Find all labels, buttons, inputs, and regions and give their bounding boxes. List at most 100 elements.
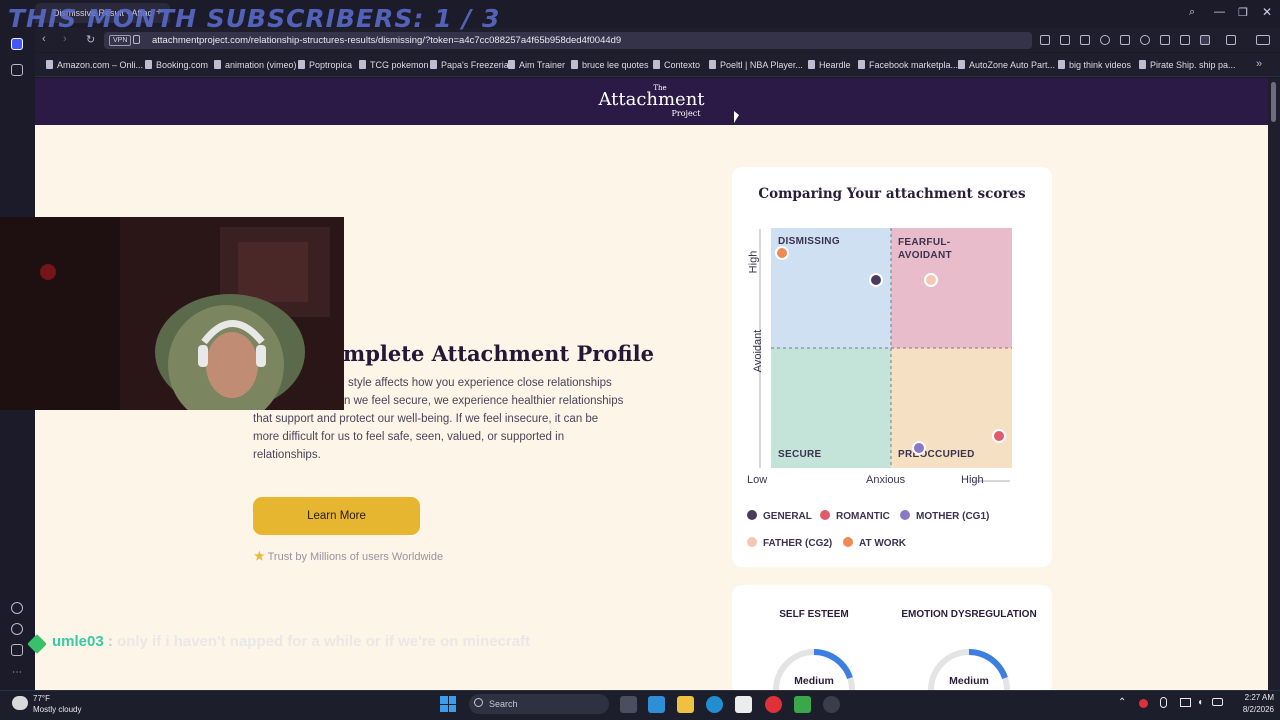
profile-text-line: that support and protect our well-being.… xyxy=(253,413,599,425)
quadrant-label: FEARFUL-AVOIDANT xyxy=(898,237,952,261)
lock-icon[interactable] xyxy=(133,35,140,44)
obs-icon[interactable] xyxy=(823,696,840,713)
webcam-overlay xyxy=(0,217,344,410)
legend-at-work: AT WORK xyxy=(843,537,906,549)
battery-icon[interactable] xyxy=(1212,698,1223,706)
webcam-image xyxy=(0,217,344,410)
chat-username: umle03 xyxy=(52,633,104,650)
file-explorer-icon[interactable] xyxy=(677,696,694,713)
bookmark-item[interactable]: Pirate Ship. ship pa... xyxy=(1139,60,1236,70)
history-icon[interactable] xyxy=(11,623,23,635)
bookmark-item[interactable]: Poptropica xyxy=(298,60,352,70)
site-logo[interactable]: Attachment xyxy=(0,89,1280,110)
tray-app-icon[interactable] xyxy=(1139,699,1148,708)
edge-icon[interactable] xyxy=(706,696,723,713)
bookmark-item[interactable]: big think videos xyxy=(1058,60,1131,70)
maximize-icon[interactable]: ❐ xyxy=(1238,6,1248,19)
bookmark-item[interactable]: AutoZone Auto Part... xyxy=(958,60,1055,70)
tray-chevron-icon[interactable]: ⌃ xyxy=(1118,697,1126,708)
taskbar-search[interactable]: Search xyxy=(469,694,609,714)
forward-icon[interactable]: › xyxy=(63,33,67,45)
legend-father: FATHER (CG2) xyxy=(747,537,832,549)
bookmarks-overflow-icon[interactable]: » xyxy=(1256,58,1262,70)
play-icon[interactable] xyxy=(1120,35,1130,45)
star-icon[interactable] xyxy=(11,64,23,76)
ai-icon[interactable] xyxy=(1256,35,1270,45)
bookmark-item[interactable]: Amazon.com – Onli... xyxy=(46,60,143,70)
heart-outline-icon[interactable] xyxy=(1140,35,1150,45)
bookmark-item[interactable]: Papa's Freezeria xyxy=(430,60,509,70)
close-icon[interactable]: ✕ xyxy=(1262,5,1272,19)
more-icon[interactable]: ⋯ xyxy=(12,667,22,678)
scrollbar-thumb[interactable] xyxy=(1271,82,1276,122)
y-axis-label: Avoidant xyxy=(752,329,764,373)
download-icon[interactable] xyxy=(1160,35,1170,45)
extensions-icon[interactable] xyxy=(11,644,23,656)
x-tick-low: Low xyxy=(747,474,768,486)
chart-point-general xyxy=(869,272,884,287)
opera-icon[interactable] xyxy=(765,696,782,713)
camera-icon[interactable] xyxy=(1080,35,1090,45)
store-icon[interactable] xyxy=(735,696,752,713)
volume-icon[interactable]: ◖ xyxy=(1197,697,1203,708)
profile-text-line: relationships. xyxy=(253,449,321,461)
chat-separator: : xyxy=(107,633,113,650)
chart-title: Comparing Your attachment scores xyxy=(758,186,1026,202)
clock-time[interactable]: 2:27 AM xyxy=(1228,693,1274,702)
bookmark-item[interactable]: Facebook marketpla... xyxy=(858,60,958,70)
mic-icon[interactable] xyxy=(1160,697,1167,708)
legend-mother: MOTHER (CG1) xyxy=(900,510,989,522)
quadrant-label: DISMISSING xyxy=(778,236,840,247)
wallet-icon[interactable] xyxy=(1200,35,1210,45)
bookmark-item[interactable]: Aim Trainer xyxy=(508,60,565,70)
menu-icon[interactable] xyxy=(1180,35,1190,45)
legend-general: GENERAL xyxy=(747,510,812,522)
learn-more-button[interactable]: Learn More xyxy=(253,497,420,535)
subscriber-counter: THIS MONTH SUBSCRIBERS: 1 / 3 xyxy=(8,4,501,33)
profile-text-line: n we feel secure, we experience healthie… xyxy=(344,395,624,407)
logo-subtitle[interactable]: Project xyxy=(0,109,1280,118)
bookmark-item[interactable]: Booking.com xyxy=(145,60,208,70)
weather-cloud-icon[interactable] xyxy=(12,696,28,710)
vpn-badge[interactable]: VPN xyxy=(109,35,132,46)
profile-text-line: more difficult for us to feel safe, seen… xyxy=(253,431,565,443)
legend-romantic: ROMANTIC xyxy=(820,510,890,522)
bookmark-item[interactable]: TCG pokemon xyxy=(359,60,429,70)
search-icon xyxy=(474,698,483,707)
bookmark-item[interactable]: Heardle xyxy=(808,60,851,70)
chat-text: only if i haven't napped for a while or … xyxy=(117,633,531,650)
bookmark-item[interactable]: animation (vimeo) xyxy=(214,60,297,70)
weather-desc[interactable]: Mostly cloudy xyxy=(33,705,81,714)
shield-icon[interactable] xyxy=(1100,35,1110,45)
start-icon[interactable] xyxy=(440,696,456,712)
address-bar[interactable]: attachmentproject.com/relationship-struc… xyxy=(104,32,1032,49)
taskbar xyxy=(0,690,1280,720)
teams-icon[interactable] xyxy=(648,696,665,713)
y-tick-high: High xyxy=(747,250,760,274)
bookmark-item[interactable]: Contexto xyxy=(653,60,700,70)
weather-temp[interactable]: 77°F xyxy=(33,694,50,703)
cursor-icon xyxy=(734,111,739,123)
back-icon[interactable]: ‹ xyxy=(42,33,46,45)
clock-date[interactable]: 8/2/2026 xyxy=(1228,705,1274,714)
minecraft-icon[interactable] xyxy=(794,696,811,713)
scrollbar[interactable] xyxy=(1268,78,1280,690)
heart-icon[interactable] xyxy=(11,602,23,614)
reader-icon[interactable] xyxy=(1040,35,1050,45)
network-icon[interactable] xyxy=(1180,698,1191,707)
emotion-dysregulation-value: Medium xyxy=(949,675,989,687)
self-esteem-label: SELF ESTEEM xyxy=(779,609,849,620)
bookmark-item[interactable]: Poeltl | NBA Player... xyxy=(709,60,803,70)
bookmark-item[interactable]: bruce lee quotes xyxy=(571,60,649,70)
quadrant-label: SECURE xyxy=(778,449,822,460)
search-tabs-icon[interactable]: ⌕ xyxy=(1189,6,1195,19)
minimize-icon[interactable]: — xyxy=(1214,6,1225,18)
edit-icon[interactable] xyxy=(1060,35,1070,45)
home-icon[interactable] xyxy=(11,38,23,50)
chart-point-romantic xyxy=(991,428,1006,443)
reload-icon[interactable]: ↻ xyxy=(86,33,95,46)
profile-title: mplete Attachment Profile xyxy=(343,341,654,366)
task-view-icon[interactable] xyxy=(620,696,637,713)
chat-message: umle03 : only if i haven't napped for a … xyxy=(52,633,530,650)
cube-icon[interactable] xyxy=(1226,35,1236,45)
